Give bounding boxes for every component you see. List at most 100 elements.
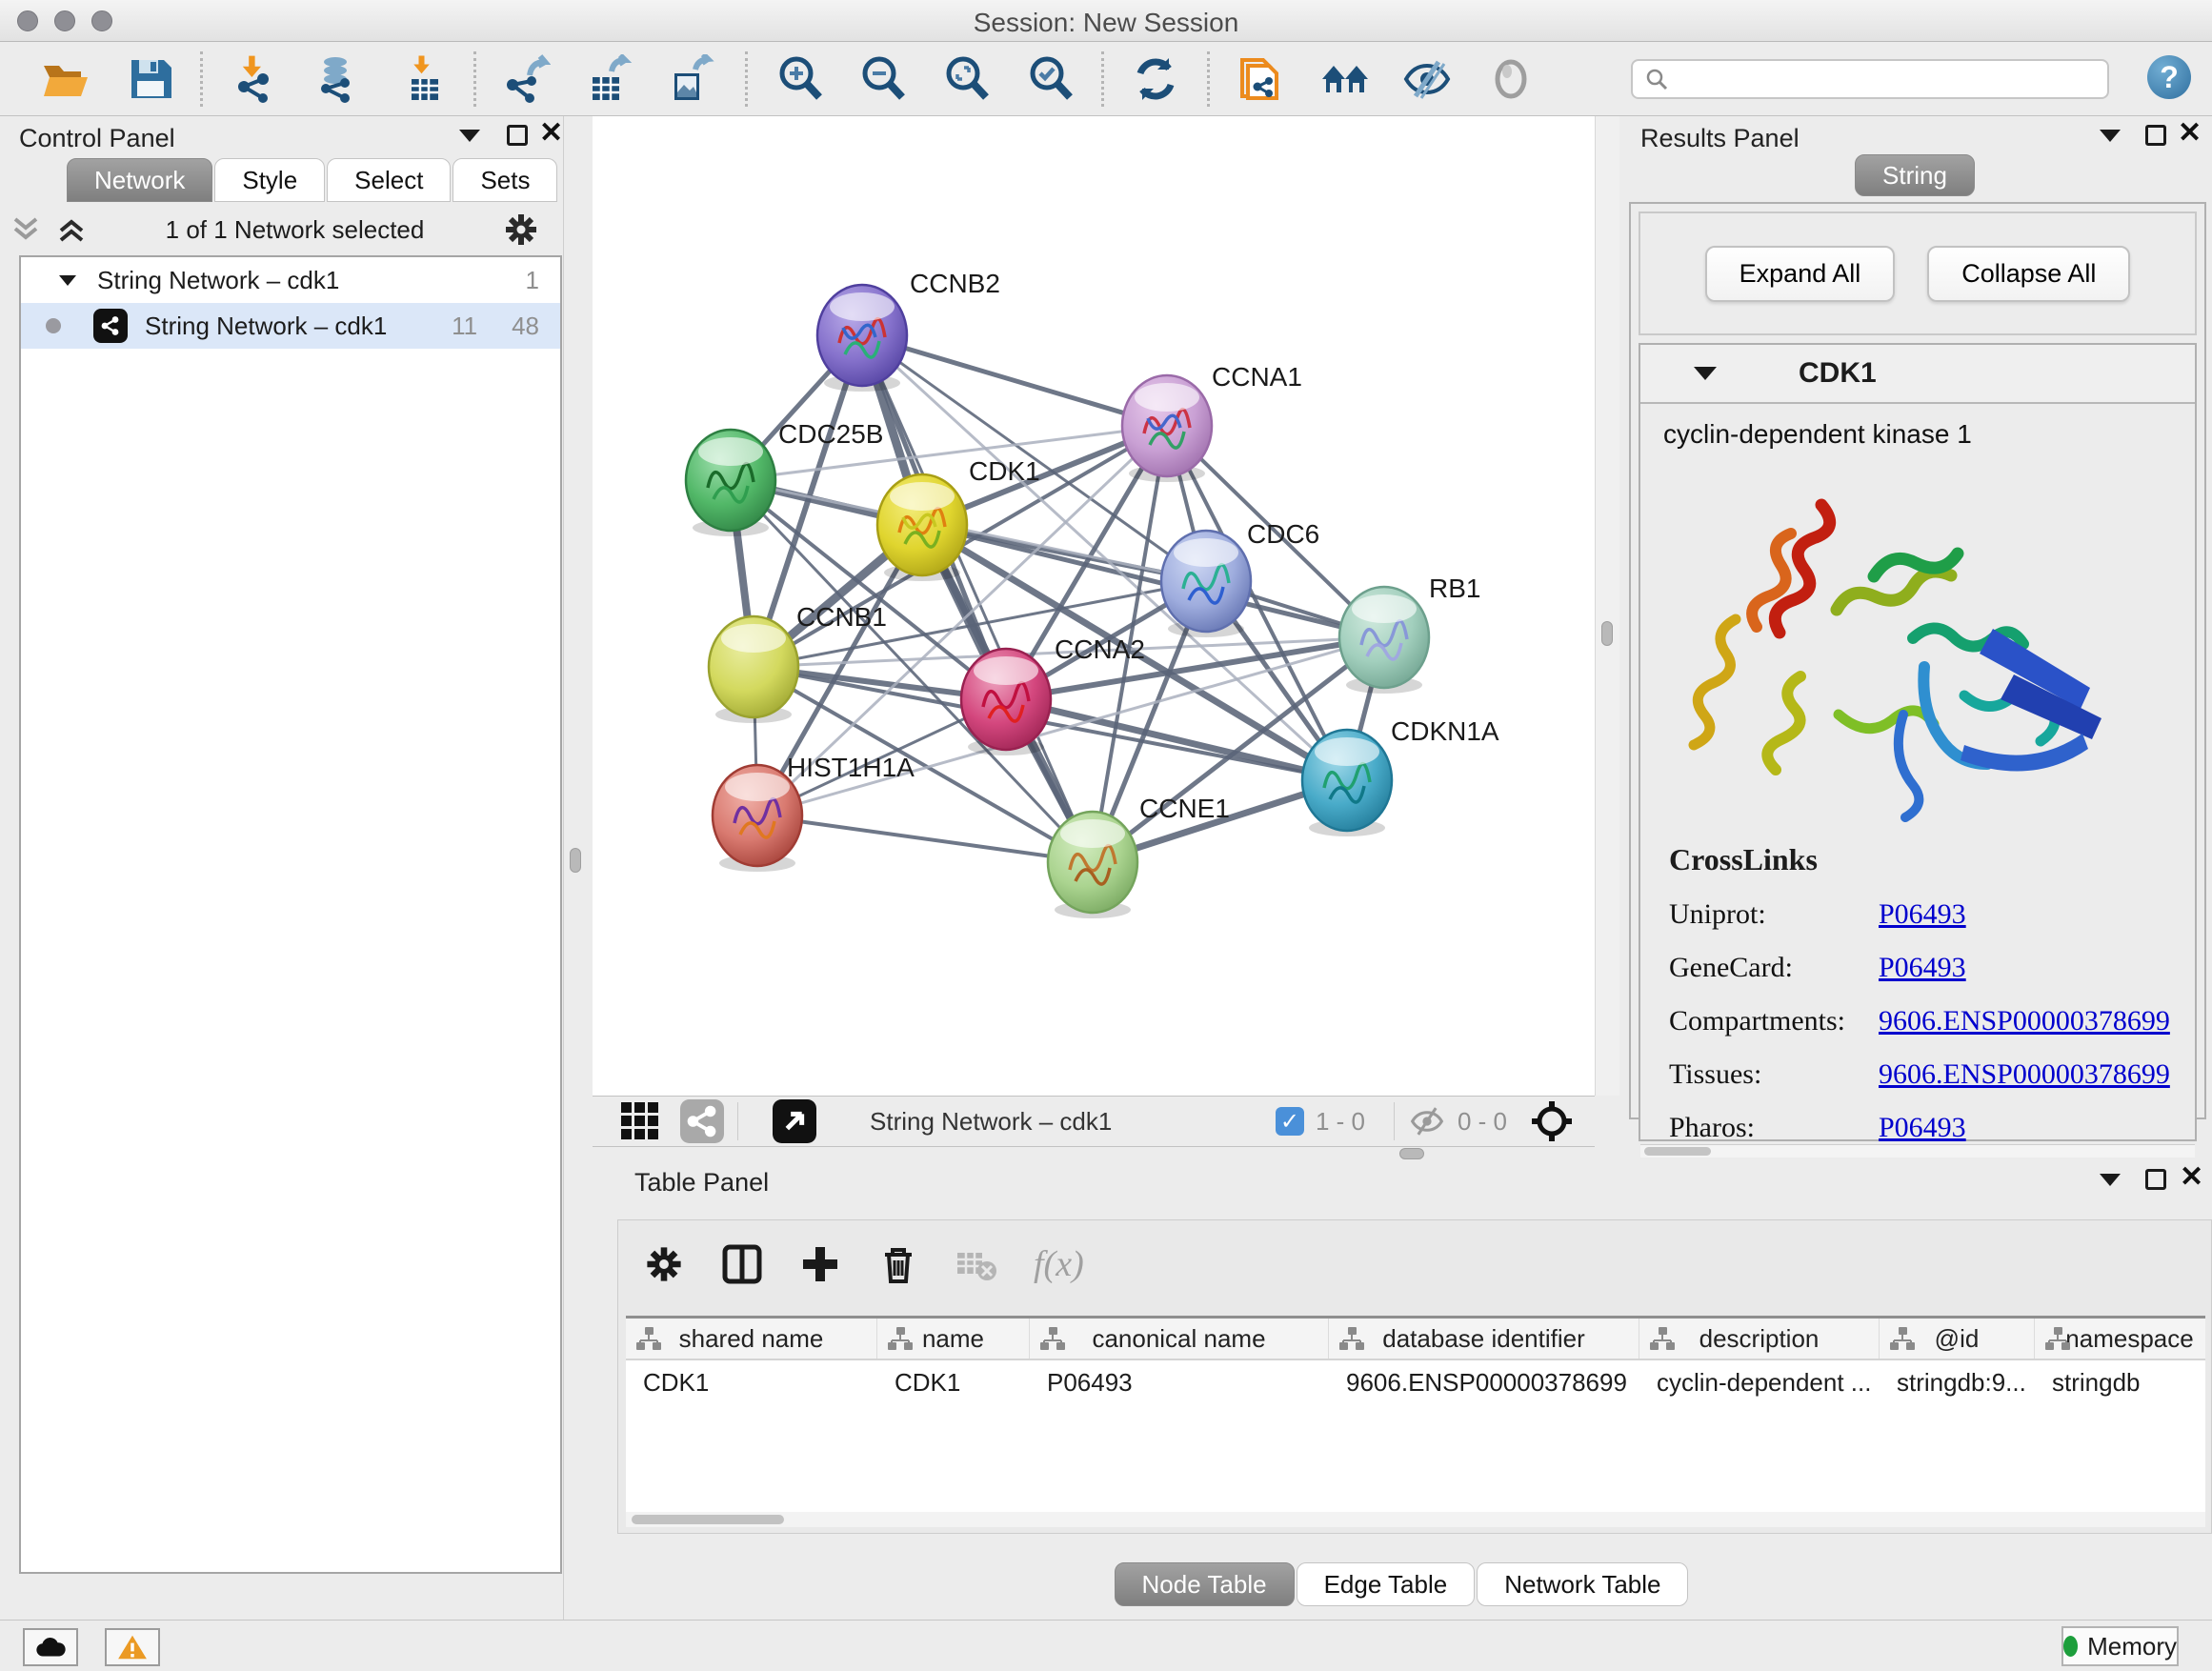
- splitter-handle[interactable]: [570, 848, 581, 873]
- splitter-handle[interactable]: [1601, 621, 1613, 646]
- edge-CCNB2-CCNA1[interactable]: [862, 335, 1167, 426]
- column-header-database-identifier[interactable]: database identifier: [1329, 1319, 1639, 1359]
- node-CDC6[interactable]: CDC6: [1161, 519, 1319, 637]
- refresh-button[interactable]: [1129, 52, 1182, 106]
- network-view-canvas[interactable]: CCNB2CCNA1CDC25BCDK1CDC6RB1CCNB1CCNA2CDK…: [593, 116, 1595, 1096]
- zoom-in-button[interactable]: [774, 52, 827, 106]
- hide-unhide-button[interactable]: [1400, 52, 1454, 106]
- results-panel-float-icon[interactable]: [2145, 125, 2166, 146]
- edge-CCNB2-CCNE1[interactable]: [862, 335, 1093, 862]
- table-row[interactable]: CDK1CDK1P064939606.ENSP00000378699cyclin…: [626, 1360, 2205, 1404]
- zoom-fit-button[interactable]: [940, 52, 994, 106]
- node-CDC25B[interactable]: CDC25B: [686, 419, 883, 536]
- node-CCNE1[interactable]: CCNE1: [1048, 794, 1230, 918]
- export-network-button[interactable]: [499, 52, 553, 106]
- right-panel-splitter[interactable]: [1595, 116, 1619, 1096]
- string-view-icon[interactable]: [680, 1099, 724, 1143]
- show-graphics-button[interactable]: [1484, 52, 1538, 106]
- grid-view-icon[interactable]: [619, 1100, 661, 1142]
- network-tree-child-row[interactable]: String Network – cdk1 11 48: [21, 303, 560, 349]
- gear-icon[interactable]: [502, 211, 540, 249]
- warnings-button[interactable]: [105, 1628, 160, 1666]
- table-cell[interactable]: stringdb: [2035, 1360, 2205, 1404]
- export-table-button[interactable]: [581, 52, 634, 106]
- tree-expander-icon[interactable]: [59, 275, 76, 286]
- birdseye-icon[interactable]: [1530, 1099, 1574, 1143]
- cdk1-card-header[interactable]: CDK1: [1640, 345, 2195, 404]
- selected-checkbox-icon[interactable]: ✓: [1276, 1107, 1304, 1136]
- import-table-button[interactable]: [398, 52, 452, 106]
- save-session-button[interactable]: [124, 52, 177, 106]
- help-button[interactable]: ?: [2147, 55, 2191, 99]
- tab-edge-table[interactable]: Edge Table: [1297, 1562, 1476, 1606]
- crosslink-link[interactable]: P06493: [1879, 952, 1966, 984]
- table-horizontal-scrollbar[interactable]: [626, 1512, 2205, 1527]
- table-cell[interactable]: P06493: [1030, 1360, 1329, 1404]
- function-builder-icon[interactable]: f(x): [1034, 1243, 1084, 1285]
- control-panel-collapse-icon[interactable]: [459, 130, 480, 142]
- crosslink-link[interactable]: P06493: [1879, 898, 1966, 931]
- import-network-file-button[interactable]: [229, 52, 282, 106]
- tab-node-table[interactable]: Node Table: [1115, 1562, 1295, 1606]
- control-panel-float-icon[interactable]: [507, 125, 528, 146]
- memory-button[interactable]: Memory: [2061, 1626, 2179, 1666]
- tab-network[interactable]: Network: [67, 158, 212, 202]
- cloud-button[interactable]: [23, 1628, 78, 1666]
- detach-view-icon[interactable]: [773, 1099, 816, 1143]
- left-panel-splitter[interactable]: [563, 116, 593, 1620]
- node-CDKN1A[interactable]: CDKN1A: [1302, 716, 1499, 836]
- column-header-canonical-name[interactable]: canonical name: [1030, 1319, 1329, 1359]
- expand-all-icon[interactable]: [55, 215, 88, 244]
- expand-all-button[interactable]: Expand All: [1705, 246, 1896, 302]
- results-horizontal-scrollbar[interactable]: [1640, 1144, 2195, 1158]
- tab-select[interactable]: Select: [327, 158, 451, 202]
- import-network-database-button[interactable]: [311, 52, 364, 106]
- table-cell[interactable]: 9606.ENSP00000378699: [1329, 1360, 1639, 1404]
- add-column-icon[interactable]: [799, 1243, 841, 1285]
- delete-table-icon[interactable]: [955, 1243, 997, 1285]
- table-cell[interactable]: cyclin-dependent ...: [1639, 1360, 1880, 1404]
- column-header-name[interactable]: name: [877, 1319, 1030, 1359]
- table-cell[interactable]: CDK1: [877, 1360, 1030, 1404]
- select-columns-icon[interactable]: [721, 1243, 763, 1285]
- toolbar-search[interactable]: [1631, 59, 2109, 99]
- edge-CCNE1-HIST1H1A[interactable]: [757, 815, 1093, 862]
- table-panel-float-icon[interactable]: [2145, 1169, 2166, 1190]
- search-input[interactable]: [1677, 66, 2086, 92]
- table-panel-collapse-icon[interactable]: [2100, 1174, 2121, 1186]
- node-CDK1[interactable]: CDK1: [877, 456, 1040, 581]
- node-CCNA1[interactable]: CCNA1: [1122, 362, 1302, 482]
- string-import-button[interactable]: [1233, 52, 1286, 106]
- tab-string[interactable]: String: [1855, 154, 1975, 196]
- crosslink-link[interactable]: 9606.ENSP00000378699: [1879, 1058, 2170, 1091]
- tab-network-table[interactable]: Network Table: [1477, 1562, 1688, 1606]
- node-CCNB2[interactable]: CCNB2: [817, 269, 1000, 392]
- table-panel-close-icon[interactable]: ✕: [2180, 1167, 2203, 1188]
- crosslink-link[interactable]: P06493: [1879, 1112, 1966, 1144]
- network-graph[interactable]: CCNB2CCNA1CDC25BCDK1CDC6RB1CCNB1CCNA2CDK…: [593, 116, 1595, 1096]
- tab-sets[interactable]: Sets: [452, 158, 557, 202]
- table-cell[interactable]: stringdb:9...: [1880, 1360, 2035, 1404]
- results-panel-collapse-icon[interactable]: [2100, 130, 2121, 142]
- splitter-handle[interactable]: [1399, 1148, 1424, 1159]
- collapse-all-button[interactable]: Collapse All: [1927, 246, 2130, 302]
- open-session-button[interactable]: [38, 52, 91, 106]
- delete-column-icon[interactable]: [877, 1243, 919, 1285]
- hidden-eye-slash-icon[interactable]: [1408, 1102, 1446, 1140]
- entry-expander-icon[interactable]: [1694, 367, 1717, 380]
- network-tree-root-row[interactable]: String Network – cdk1 1: [21, 257, 560, 303]
- zoom-selected-button[interactable]: [1024, 52, 1077, 106]
- node-HIST1H1A[interactable]: HIST1H1A: [713, 753, 915, 872]
- crosslink-link[interactable]: 9606.ENSP00000378699: [1879, 1005, 2170, 1037]
- results-panel-close-icon[interactable]: ✕: [2178, 123, 2202, 144]
- node-RB1[interactable]: RB1: [1339, 574, 1480, 694]
- column-header-namespace[interactable]: namespace: [2035, 1319, 2205, 1359]
- tab-style[interactable]: Style: [214, 158, 325, 202]
- table-cell[interactable]: CDK1: [626, 1360, 877, 1404]
- export-image-button[interactable]: [663, 52, 716, 106]
- zoom-out-button[interactable]: [856, 52, 910, 106]
- column-header-shared-name[interactable]: shared name: [626, 1319, 877, 1359]
- homes-button[interactable]: [1318, 52, 1372, 106]
- control-panel-close-icon[interactable]: ✕: [539, 123, 563, 144]
- column-header--id[interactable]: @id: [1880, 1319, 2035, 1359]
